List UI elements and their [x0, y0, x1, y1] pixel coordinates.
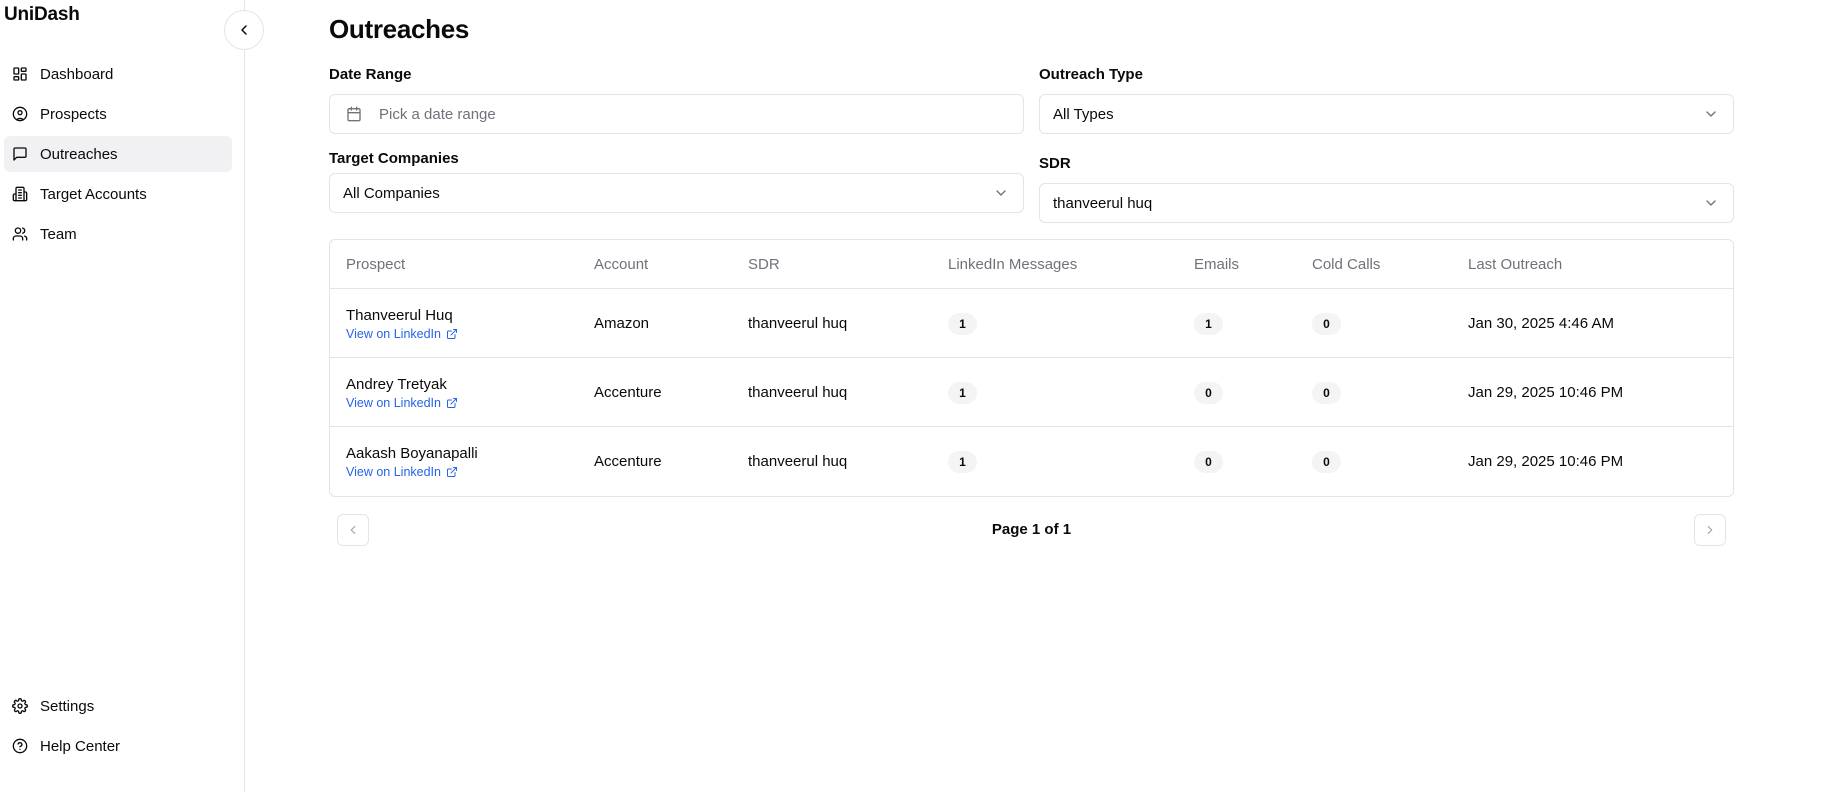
linkedin-messages-badge: 1	[948, 451, 977, 473]
calendar-icon	[346, 106, 362, 122]
users-icon	[12, 226, 28, 242]
sidebar: UniDash Dashboard Prospects Outreaches T…	[0, 0, 245, 792]
last-outreach-cell: Jan 30, 2025 4:46 AM	[1468, 315, 1614, 332]
chevron-left-icon	[236, 22, 252, 38]
link-text: View on LinkedIn	[346, 396, 441, 410]
column-header-cold-calls[interactable]: Cold Calls	[1312, 256, 1380, 273]
pagination-status: Page 1 of 1	[991, 521, 1072, 538]
sidebar-bottom: Settings Help Center	[4, 688, 232, 768]
message-square-icon	[12, 146, 28, 162]
sidebar-item-settings[interactable]: Settings	[4, 688, 232, 724]
sidebar-item-outreaches[interactable]: Outreaches	[4, 136, 232, 172]
prospect-name: Thanveerul Huq	[346, 307, 453, 324]
sidebar-nav: Dashboard Prospects Outreaches Target Ac…	[4, 56, 232, 256]
outreach-type-value: All Types	[1053, 105, 1114, 123]
table-row[interactable]: Andrey Tretyak View on LinkedIn Accentur…	[330, 358, 1733, 427]
account-cell: Accenture	[594, 453, 662, 470]
date-range-picker[interactable]: Pick a date range	[329, 94, 1024, 134]
gear-icon	[12, 698, 28, 714]
sidebar-item-dashboard[interactable]: Dashboard	[4, 56, 232, 92]
help-circle-icon	[12, 738, 28, 754]
sidebar-item-team[interactable]: Team	[4, 216, 232, 252]
table-row[interactable]: Aakash Boyanapalli View on LinkedIn Acce…	[330, 427, 1733, 496]
sdr-cell: thanveerul huq	[748, 384, 848, 401]
sidebar-item-label: Team	[40, 225, 77, 243]
sidebar-item-label: Target Accounts	[40, 185, 147, 203]
external-link-icon	[446, 328, 458, 340]
collapse-sidebar-button[interactable]	[224, 10, 264, 50]
chevron-right-icon	[1703, 523, 1717, 537]
date-range-label: Date Range	[329, 66, 412, 83]
sidebar-item-label: Settings	[40, 697, 95, 715]
user-circle-icon	[12, 106, 28, 122]
outreach-type-label: Outreach Type	[1039, 66, 1143, 83]
emails-badge: 1	[1194, 313, 1223, 335]
external-link-icon	[446, 466, 458, 478]
last-outreach-cell: Jan 29, 2025 10:46 PM	[1468, 453, 1624, 470]
table-row[interactable]: Thanveerul Huq View on LinkedIn Amazon t…	[330, 289, 1733, 358]
page-title: Outreaches	[329, 14, 470, 44]
table-header: Prospect Account SDR LinkedIn Messages E…	[330, 240, 1733, 289]
column-header-linkedin-messages[interactable]: LinkedIn Messages	[948, 256, 1077, 273]
sidebar-item-help-center[interactable]: Help Center	[4, 728, 232, 764]
dashboard-icon	[12, 66, 28, 82]
link-text: View on LinkedIn	[346, 327, 441, 341]
column-header-emails[interactable]: Emails	[1194, 256, 1239, 273]
sdr-cell: thanveerul huq	[748, 315, 848, 332]
target-companies-label: Target Companies	[329, 150, 459, 167]
column-header-sdr[interactable]: SDR	[748, 256, 780, 273]
sidebar-item-label: Outreaches	[40, 145, 118, 163]
date-range-placeholder: Pick a date range	[379, 105, 496, 123]
column-header-last-outreach[interactable]: Last Outreach	[1468, 256, 1562, 273]
link-text: View on LinkedIn	[346, 465, 441, 479]
chevron-down-icon	[1703, 106, 1719, 122]
emails-badge: 0	[1194, 451, 1223, 473]
sdr-select[interactable]: thanveerul huq	[1039, 183, 1734, 223]
account-cell: Amazon	[594, 315, 650, 332]
prospect-name: Andrey Tretyak	[346, 376, 447, 393]
sdr-cell: thanveerul huq	[748, 453, 848, 470]
sidebar-item-target-accounts[interactable]: Target Accounts	[4, 176, 232, 212]
prospect-name: Aakash Boyanapalli	[346, 445, 478, 462]
cold-calls-badge: 0	[1312, 451, 1341, 473]
target-companies-value: All Companies	[343, 184, 440, 202]
column-header-account[interactable]: Account	[594, 256, 648, 273]
chevron-down-icon	[1703, 195, 1719, 211]
sidebar-item-label: Prospects	[40, 105, 107, 123]
outreach-type-select[interactable]: All Types	[1039, 94, 1734, 134]
cold-calls-badge: 0	[1312, 382, 1341, 404]
view-on-linkedin-link[interactable]: View on LinkedIn	[346, 465, 458, 479]
sdr-label: SDR	[1039, 155, 1071, 172]
building-icon	[12, 186, 28, 202]
external-link-icon	[446, 397, 458, 409]
view-on-linkedin-link[interactable]: View on LinkedIn	[346, 327, 458, 341]
target-companies-select[interactable]: All Companies	[329, 173, 1024, 213]
next-page-button[interactable]	[1694, 514, 1726, 546]
chevron-down-icon	[993, 185, 1009, 201]
emails-badge: 0	[1194, 382, 1223, 404]
linkedin-messages-badge: 1	[948, 313, 977, 335]
sidebar-item-label: Help Center	[40, 737, 121, 755]
outreaches-table: Prospect Account SDR LinkedIn Messages E…	[329, 239, 1734, 497]
sdr-value: thanveerul huq	[1053, 194, 1153, 212]
column-header-prospect[interactable]: Prospect	[346, 256, 405, 273]
account-cell: Accenture	[594, 384, 662, 401]
last-outreach-cell: Jan 29, 2025 10:46 PM	[1468, 384, 1624, 401]
cold-calls-badge: 0	[1312, 313, 1341, 335]
linkedin-messages-badge: 1	[948, 382, 977, 404]
sidebar-item-label: Dashboard	[40, 65, 114, 83]
sidebar-item-prospects[interactable]: Prospects	[4, 96, 232, 132]
view-on-linkedin-link[interactable]: View on LinkedIn	[346, 396, 458, 410]
app-logo: UniDash	[4, 4, 80, 25]
